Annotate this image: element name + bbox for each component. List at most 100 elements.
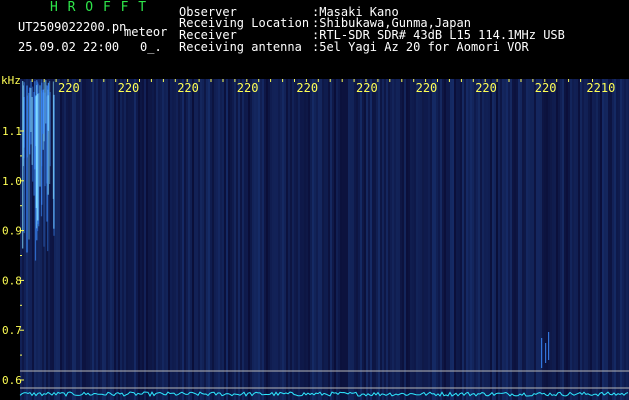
noise-streak bbox=[432, 79, 434, 400]
noise-streak bbox=[164, 79, 166, 400]
noise-streak bbox=[78, 79, 80, 400]
noise-streak bbox=[450, 79, 452, 400]
noise-streak bbox=[624, 79, 626, 400]
noise-streak bbox=[496, 79, 498, 400]
noise-streak bbox=[376, 79, 378, 400]
noise-streak bbox=[306, 79, 308, 400]
noise-streak bbox=[438, 79, 440, 400]
noise-streak bbox=[380, 79, 382, 400]
noise-streak bbox=[280, 79, 282, 400]
noise-streak bbox=[208, 79, 210, 400]
noise-streak bbox=[490, 79, 492, 400]
noise-streak bbox=[420, 79, 422, 400]
noise-streak bbox=[264, 79, 266, 400]
noise-streak bbox=[160, 79, 162, 400]
noise-streak bbox=[604, 79, 606, 400]
noise-streak bbox=[618, 79, 620, 400]
x-tick-label: 220 bbox=[475, 81, 497, 95]
noise-streak bbox=[182, 79, 184, 400]
noise-streak bbox=[594, 79, 596, 400]
noise-streak bbox=[196, 79, 198, 400]
noise-streak bbox=[372, 79, 374, 400]
noise-streak bbox=[598, 79, 600, 400]
noise-streak bbox=[566, 79, 568, 400]
y-tick-label: 1.0 bbox=[2, 175, 22, 188]
noise-streak bbox=[266, 79, 268, 400]
noise-streak bbox=[104, 79, 106, 400]
noise-streak bbox=[578, 79, 580, 400]
y-tick-label: 0.6 bbox=[2, 374, 22, 387]
noise-streak bbox=[234, 79, 236, 400]
noise-streak bbox=[72, 79, 74, 400]
noise-streak bbox=[550, 79, 552, 400]
x-tick-label: 220 bbox=[58, 81, 80, 95]
noise-streak bbox=[562, 79, 564, 400]
noise-streak bbox=[124, 79, 126, 400]
noise-streak bbox=[402, 79, 404, 400]
meteor-echo bbox=[34, 81, 36, 170]
noise-streak bbox=[462, 79, 464, 400]
noise-streak bbox=[128, 79, 130, 400]
noise-streak bbox=[428, 79, 430, 400]
noise-streak bbox=[106, 79, 108, 400]
x-tick-label: 220 bbox=[237, 81, 259, 95]
noise-streak bbox=[282, 79, 284, 400]
noise-streak bbox=[278, 79, 280, 400]
noise-streak bbox=[242, 79, 244, 400]
noise-streak bbox=[418, 79, 420, 400]
noise-streak bbox=[300, 79, 302, 400]
noise-streak bbox=[340, 79, 342, 400]
noise-streak bbox=[330, 79, 332, 400]
noise-streak bbox=[284, 79, 286, 400]
noise-streak bbox=[256, 79, 258, 400]
noise-streak bbox=[240, 79, 242, 400]
noise-streak bbox=[342, 79, 344, 400]
noise-streak bbox=[268, 79, 270, 400]
noise-streak bbox=[222, 79, 224, 400]
y-tick-label: 0.7 bbox=[2, 324, 22, 337]
noise-streak bbox=[608, 79, 610, 400]
noise-streak bbox=[200, 79, 202, 400]
noise-streak bbox=[138, 79, 140, 400]
noise-streak bbox=[206, 79, 208, 400]
noise-streak bbox=[426, 79, 428, 400]
noise-streak bbox=[404, 79, 406, 400]
noise-streak bbox=[204, 79, 206, 400]
noise-streak bbox=[144, 79, 146, 400]
meteor-echo bbox=[31, 97, 33, 165]
noise-streak bbox=[488, 79, 490, 400]
noise-streak bbox=[312, 79, 314, 400]
noise-streak bbox=[272, 79, 274, 400]
x-tick-label: 220 bbox=[296, 81, 318, 95]
noise-streak bbox=[568, 79, 570, 400]
noise-streak bbox=[324, 79, 326, 400]
noise-streak bbox=[80, 79, 82, 400]
noise-streak bbox=[412, 79, 414, 400]
noise-streak bbox=[232, 79, 234, 400]
noise-streak bbox=[590, 79, 592, 400]
noise-streak bbox=[122, 79, 124, 400]
noise-streak bbox=[82, 79, 84, 400]
noise-streak bbox=[390, 79, 392, 400]
meteor-echo bbox=[26, 85, 28, 253]
noise-streak bbox=[194, 79, 196, 400]
noise-streak bbox=[556, 79, 558, 400]
noise-streak bbox=[400, 79, 402, 400]
noise-streak bbox=[422, 79, 424, 400]
noise-streak bbox=[408, 79, 410, 400]
noise-streak bbox=[570, 79, 572, 400]
noise-streak bbox=[118, 79, 120, 400]
noise-streak bbox=[334, 79, 336, 400]
noise-streak bbox=[224, 79, 226, 400]
noise-streak bbox=[140, 79, 142, 400]
noise-streak bbox=[444, 79, 446, 400]
noise-streak bbox=[410, 79, 412, 400]
noise-streak bbox=[498, 79, 500, 400]
noise-streak bbox=[246, 79, 248, 400]
meteor-echo bbox=[36, 85, 38, 229]
noise-streak bbox=[482, 79, 484, 400]
noise-streak bbox=[524, 79, 526, 400]
noise-streak bbox=[212, 79, 214, 400]
noise-streak bbox=[384, 79, 386, 400]
noise-streak bbox=[552, 79, 554, 400]
